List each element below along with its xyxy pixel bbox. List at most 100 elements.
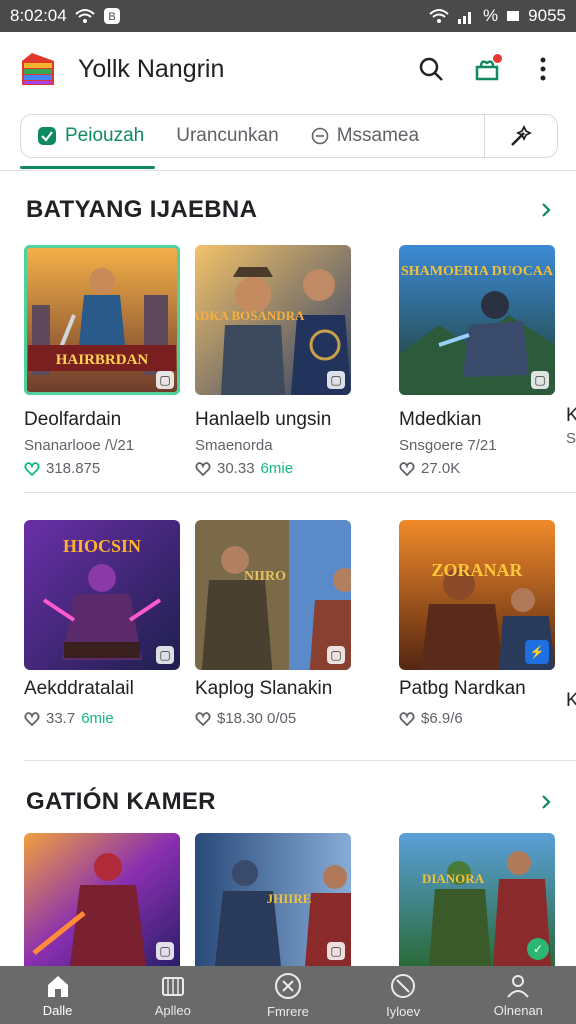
notification-dot [493,54,502,63]
game-rating: $18.30 0/05 [217,710,297,727]
platform-icon: ▢ [327,646,345,664]
game-card[interactable]: HIOCSIN ▢ Aekddratalail 33.7 6mie [24,520,180,727]
row-divider [24,492,576,493]
game-meta: 33.7 6mie [24,710,180,727]
nav-library[interactable]: Iyloev [353,972,453,1019]
row-divider [24,760,576,761]
game-subtitle: Snsgoere 7/21 [399,437,497,454]
game-subtitle: Snanarlooe /\/21 [24,437,135,454]
art-title: ZORANAR [431,560,523,580]
game-card[interactable]: DIANORA ✓ [399,833,555,966]
game-thumbnail[interactable]: ▢ [24,833,180,966]
search-button[interactable] [416,54,446,84]
more-vert-icon [540,57,546,81]
game-meta: 30.33 6mie [195,460,351,477]
percent-icon: % [483,6,499,25]
section-header[interactable]: BATYANG IJAEBNA [26,196,556,224]
status-bar: 8:02:04 B % 9055 [0,0,576,32]
game-thumbnail[interactable]: JHIIRE ▢ [195,833,351,966]
game-title: Hanlaelb ungsin [195,409,332,430]
art-title: JHIIRE [267,891,312,906]
platform-icon: ▢ [531,371,549,389]
tab-2[interactable]: Mssamea [295,115,435,157]
nav-profile[interactable]: Olnenan [468,973,568,1018]
game-rating-accent: 6mie [260,460,294,477]
status-time: 8:02:04 [10,6,67,25]
game-thumbnail[interactable]: DIANORA ✓ [399,833,555,966]
game-card[interactable]: ▢ [24,833,180,966]
wifi-signal-icon [429,9,449,23]
nav-label: Fmrere [267,1003,309,1019]
library-icon [391,973,416,998]
apps-icon [161,976,184,996]
tab-label: Urancunkan [176,125,279,146]
heart-icon [195,711,211,726]
home-icon [47,975,68,997]
game-meta: 27.0K [399,460,555,477]
platform-icon: ▢ [327,942,345,960]
game-subtitle: Smaenorda [195,437,273,454]
next-card-peek: K [566,690,576,711]
games-icon [274,972,301,999]
game-card[interactable]: ZORANAR ⚡ Patbg Nardkan $6.9/6 [399,520,555,727]
heart-icon [24,711,40,726]
notifications-button[interactable] [472,54,502,84]
app-bar: Yollk Nangrin [0,32,576,106]
platform-icon: ✓ [527,938,549,960]
game-thumbnail[interactable]: NIIRO ▢ [195,520,351,670]
magic-wand-icon [511,124,533,146]
game-title: Patbg Nardkan [399,678,526,699]
game-card[interactable]: IADKA BOSANDRA ▢ Hanlaelb ungsin Smaenor… [195,245,351,477]
game-rating: 318.875 [46,460,101,477]
battery-icon [507,11,520,21]
bottom-navigation: Dalle Aplleo Fmrere Iyloev Olnenan [0,966,576,1024]
platform-icon: ▢ [156,371,174,389]
nav-label: Aplleo [154,1002,191,1018]
game-thumbnail[interactable]: HAIRBRDAN ▢ [24,245,180,395]
game-card[interactable]: SHAMOERIA DUOCAA ▢ Mdedkian Snsgoere 7/2… [399,245,555,477]
section-header[interactable]: GATIÓN KAMER [26,788,556,816]
nav-apps[interactable]: Aplleo [123,973,223,1018]
game-thumbnail[interactable]: SHAMOERIA DUOCAA ▢ [399,245,555,395]
chevron-right-icon[interactable] [536,792,556,812]
nav-games[interactable]: Fmrere [238,972,338,1019]
next-card-peek: K [566,405,576,426]
game-thumbnail[interactable]: IADKA BOSANDRA ▢ [195,245,351,395]
tab-label: Peiouzah [65,125,145,146]
notification-icon: B [103,8,120,24]
nav-home[interactable]: Dalle [8,973,108,1018]
art-title: SHAMOERIA DUOCAA [401,264,554,279]
app-logo-icon [22,53,54,85]
platform-icon: ⚡ [525,640,549,664]
game-thumbnail[interactable]: ZORANAR ⚡ [399,520,555,670]
game-title: Aekddratalail [24,678,134,699]
tab-label: Mssamea [336,125,420,146]
heart-icon [24,461,40,476]
nav-label: Dalle [42,1002,73,1018]
game-card[interactable]: NIIRO ▢ Kaplog Slanakin $18.30 0/05 [195,520,351,727]
tab-1[interactable]: Urancunkan [160,115,294,157]
game-card[interactable]: HAIRBRDAN ▢ Deolfardain Snanarlooe /\/21… [24,245,180,477]
cell-signal-icon [458,12,472,24]
platform-icon: ▢ [156,646,174,664]
more-options-button[interactable] [528,54,558,84]
game-rating: 33.7 [46,710,76,727]
art-title: NIIRO [244,569,286,584]
game-card[interactable]: JHIIRE ▢ [195,833,351,966]
heart-icon [399,711,415,726]
art-title: HIOCSIN [63,536,141,556]
game-thumbnail[interactable]: HIOCSIN ▢ [24,520,180,670]
game-meta: $18.30 0/05 [195,710,351,727]
app-title: Yollk Nangrin [78,54,225,83]
tab-0[interactable]: Peiouzah [21,115,160,157]
platform-icon: ▢ [156,942,174,960]
game-rating: 27.0K [421,460,461,477]
chevron-right-icon[interactable] [536,200,556,220]
section-title: GATIÓN KAMER [26,788,216,815]
game-rating-accent: 6mie [81,710,114,727]
active-tab-indicator [20,166,155,169]
nav-label: Iyloev [386,1003,421,1019]
tools-button[interactable] [485,115,557,157]
clock-icon [311,127,328,145]
battery-level: 9055 [528,6,566,25]
